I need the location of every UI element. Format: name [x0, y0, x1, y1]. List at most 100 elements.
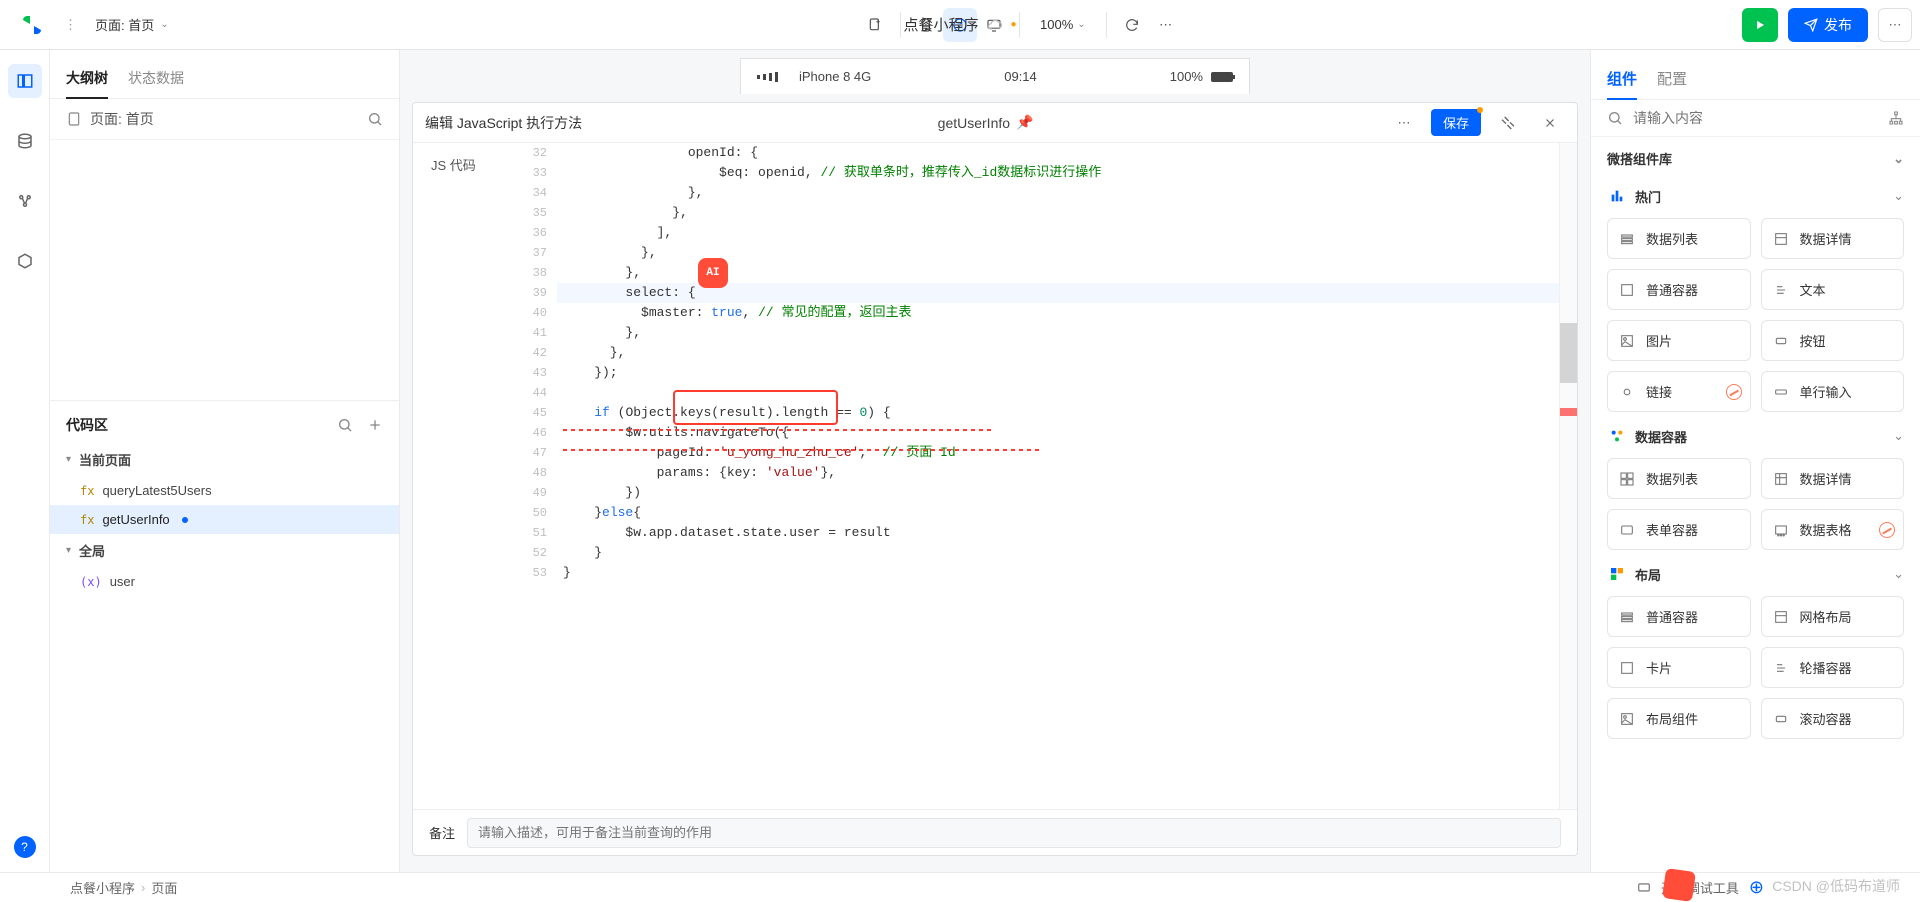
- component-普通容器[interactable]: 普通容器: [1607, 596, 1751, 637]
- pin-icon[interactable]: 📌: [1016, 114, 1033, 131]
- component-icon: [1772, 710, 1790, 728]
- code-editor[interactable]: 3233343536373839404142434445464748495051…: [513, 143, 1577, 809]
- code-var-user[interactable]: (x) user: [50, 567, 399, 596]
- battery-icon: [1211, 72, 1233, 82]
- editor-more-icon[interactable]: ⋯: [1389, 108, 1419, 138]
- component-section-header[interactable]: 数据容器⌄: [1591, 414, 1920, 452]
- variable-icon: (x): [80, 575, 102, 589]
- caret-down-icon: ▾: [66, 545, 71, 556]
- component-icon: [1618, 332, 1636, 350]
- left-icon-rail: ?: [0, 50, 50, 872]
- component-链接[interactable]: 链接: [1607, 371, 1751, 412]
- rail-outline-icon[interactable]: [8, 64, 42, 98]
- sync-status-dot: ●: [1010, 19, 1016, 30]
- component-icon: [1772, 470, 1790, 488]
- publish-button[interactable]: 发布: [1788, 8, 1868, 42]
- refresh-icon[interactable]: [1115, 8, 1149, 42]
- component-数据列表[interactable]: 数据列表: [1607, 218, 1751, 259]
- component-icon: [1618, 230, 1636, 248]
- plus-icon[interactable]: [367, 417, 383, 433]
- help-icon[interactable]: ?: [14, 836, 36, 858]
- modified-dot-icon: [182, 517, 188, 523]
- remark-input[interactable]: [467, 818, 1561, 848]
- search-icon[interactable]: [367, 111, 383, 127]
- left-tab-outline[interactable]: 大纲树: [66, 60, 108, 98]
- component-数据表格[interactable]: 数据表格: [1761, 509, 1905, 550]
- app-logo: [18, 11, 46, 39]
- component-数据详情[interactable]: 数据详情: [1761, 218, 1905, 259]
- top-toolbar: ⋮ 页面: 首页 ⌄ 100%⌄ ⋯ 点餐小程序 ● 发布 ⋯: [0, 0, 1920, 50]
- devtools-icon: [1637, 881, 1651, 895]
- left-tab-state[interactable]: 状态数据: [128, 60, 184, 98]
- chevron-down-icon: ⌄: [1893, 151, 1904, 167]
- component-icon: [1772, 230, 1790, 248]
- phone-time: 09:14: [1004, 69, 1037, 84]
- watermark-stamp-icon: [1662, 868, 1696, 902]
- code-section-current[interactable]: ▾ 当前页面: [50, 443, 399, 476]
- function-icon: fx: [80, 484, 94, 498]
- right-tab-config[interactable]: 配置: [1657, 62, 1687, 99]
- save-button[interactable]: 保存: [1431, 109, 1481, 136]
- component-普通容器[interactable]: 普通容器: [1607, 269, 1751, 310]
- more-icon[interactable]: ⋯: [1149, 8, 1183, 42]
- component-icon: [1772, 659, 1790, 677]
- ai-assist-icon[interactable]: AI: [698, 258, 728, 288]
- error-squiggle: [563, 429, 993, 431]
- component-search-input[interactable]: [1633, 110, 1878, 126]
- code-section-global[interactable]: ▾ 全局: [50, 534, 399, 567]
- unsaved-dot-icon: [1477, 107, 1483, 113]
- minimap[interactable]: [1559, 143, 1577, 809]
- component-section-header[interactable]: 热门⌄: [1591, 174, 1920, 212]
- right-panel: 组件 配置 微搭组件库 ⌄ 热门⌄数据列表数据详情普通容器文本图片按钮链接单行输…: [1590, 50, 1920, 872]
- crumb-page[interactable]: 页面: [151, 878, 177, 897]
- phone-status-bar: iPhone 8 4G 09:14 100%: [740, 58, 1250, 94]
- component-按钮[interactable]: 按钮: [1761, 320, 1905, 361]
- code-file-queryLatest5Users[interactable]: fx queryLatest5Users: [50, 476, 399, 505]
- crumb-app[interactable]: 点餐小程序: [70, 878, 135, 897]
- add-page-icon[interactable]: [858, 8, 892, 42]
- top-more-icon[interactable]: ⋯: [1878, 8, 1912, 42]
- component-数据列表[interactable]: 数据列表: [1607, 458, 1751, 499]
- caret-down-icon: ▾: [66, 454, 71, 465]
- component-icon: [1772, 608, 1790, 626]
- editor-title: 编辑 JavaScript 执行方法: [425, 113, 582, 133]
- tree-layout-icon[interactable]: [1888, 110, 1904, 126]
- component-icon: [1618, 281, 1636, 299]
- rail-data-icon[interactable]: [8, 124, 42, 158]
- page-icon: [66, 111, 82, 127]
- app-menu-icon[interactable]: ⋮: [56, 17, 85, 33]
- component-布局组件[interactable]: 布局组件: [1607, 698, 1751, 739]
- right-tab-components[interactable]: 组件: [1607, 62, 1637, 99]
- search-icon[interactable]: [337, 417, 353, 433]
- code-editor-panel: 编辑 JavaScript 执行方法 getUserInfo 📌 ⋯ 保存 JS…: [412, 102, 1578, 856]
- component-滚动容器[interactable]: 滚动容器: [1761, 698, 1905, 739]
- component-icon: [1772, 281, 1790, 299]
- rail-settings-icon[interactable]: [8, 244, 42, 278]
- disabled-badge-icon: [1726, 384, 1742, 400]
- component-icon: [1772, 332, 1790, 350]
- close-icon[interactable]: [1535, 108, 1565, 138]
- run-button[interactable]: [1742, 8, 1778, 42]
- zoom-select[interactable]: 100%⌄: [1028, 17, 1098, 32]
- component-数据详情[interactable]: 数据详情: [1761, 458, 1905, 499]
- collapse-icon[interactable]: [1493, 108, 1523, 138]
- component-section-header[interactable]: 布局⌄: [1591, 552, 1920, 590]
- component-图片[interactable]: 图片: [1607, 320, 1751, 361]
- remark-label: 备注: [429, 823, 455, 842]
- component-网格布局[interactable]: 网格布局: [1761, 596, 1905, 637]
- component-卡片[interactable]: 卡片: [1607, 647, 1751, 688]
- page-selector[interactable]: 页面: 首页 ⌄: [85, 9, 179, 40]
- outline-page-item[interactable]: 页面: 首页: [90, 109, 154, 129]
- component-icon: [1618, 383, 1636, 401]
- code-file-getUserInfo[interactable]: fx getUserInfo: [50, 505, 399, 534]
- component-lib-header[interactable]: 微搭组件库 ⌄: [1591, 137, 1920, 174]
- component-表单容器[interactable]: 表单容器: [1607, 509, 1751, 550]
- disabled-badge-icon: [1879, 522, 1895, 538]
- app-title: 点餐小程序 ●: [903, 14, 1016, 35]
- component-icon: [1618, 659, 1636, 677]
- component-icon: [1772, 521, 1790, 539]
- component-单行输入[interactable]: 单行输入: [1761, 371, 1905, 412]
- component-文本[interactable]: 文本: [1761, 269, 1905, 310]
- rail-apps-icon[interactable]: [8, 184, 42, 218]
- component-轮播容器[interactable]: 轮播容器: [1761, 647, 1905, 688]
